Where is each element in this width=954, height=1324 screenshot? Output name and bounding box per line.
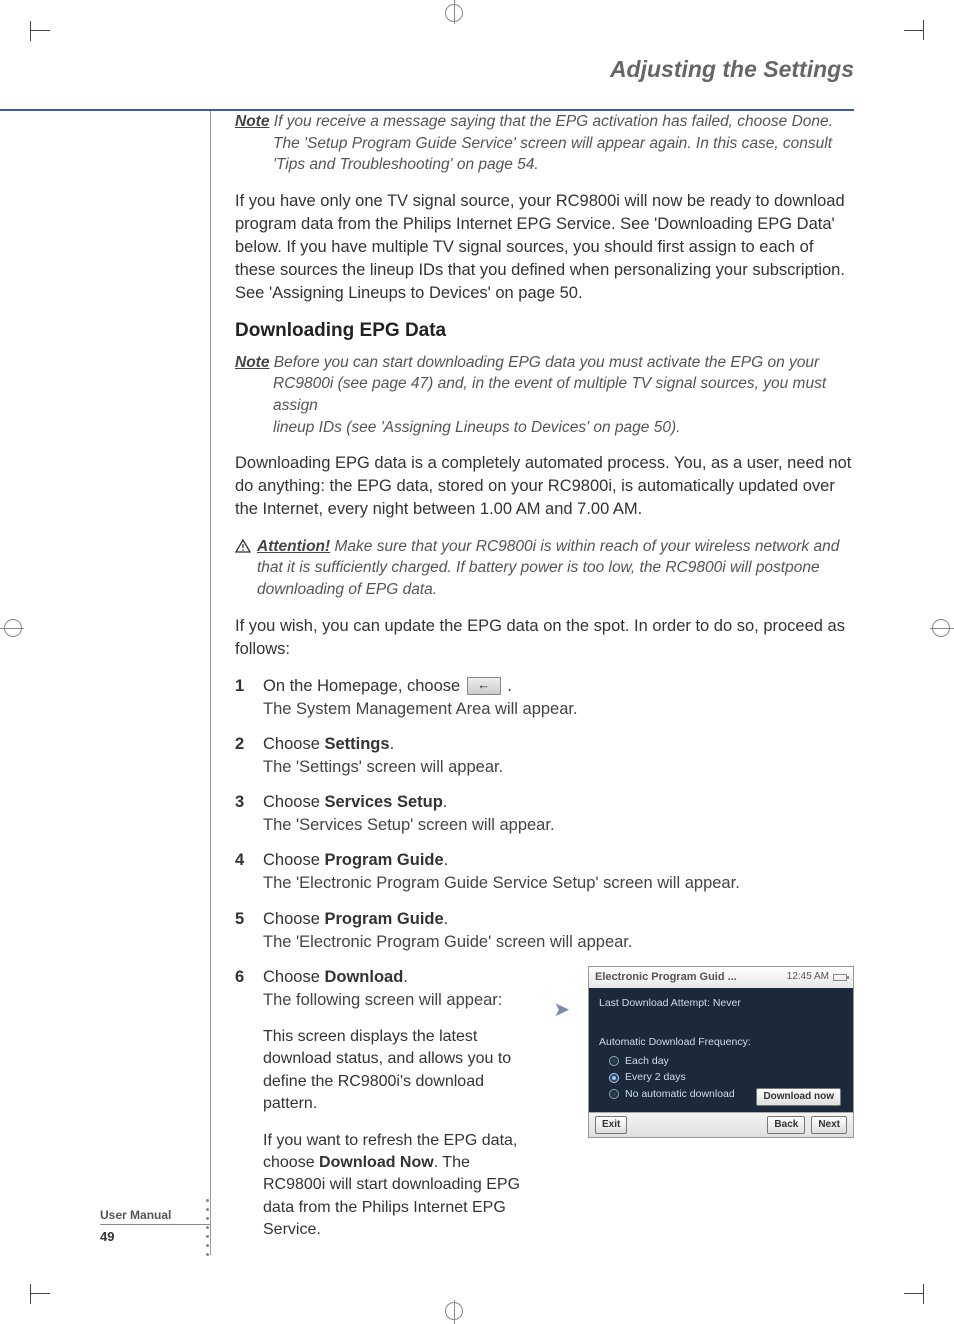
step-sub: The 'Settings' screen will appear. (263, 758, 503, 776)
step-bold: Services Setup (324, 793, 442, 811)
note-label: Note (235, 354, 269, 371)
note-label: Note (235, 113, 269, 130)
steps-list: 1 On the Homepage, choose . The System M… (235, 675, 854, 1256)
crop-corner (904, 1274, 924, 1294)
note-2: Note Before you can start downloading EP… (235, 352, 854, 439)
footer-rule (100, 1224, 210, 1225)
crop-corner (904, 30, 924, 50)
step-sub: The 'Services Setup' screen will appear. (263, 816, 555, 834)
device-last-attempt: Last Download Attempt: Never (599, 996, 843, 1011)
device-body: Last Download Attempt: Never Automatic D… (589, 988, 853, 1111)
step-number: 4 (235, 849, 249, 895)
device-freq-label: Automatic Download Frequency: (599, 1035, 843, 1050)
attention-block: Attention! Make sure that your RC9800i i… (235, 536, 854, 601)
content: Note If you receive a message saying tha… (210, 111, 854, 1255)
step-bold: Download Now (319, 1154, 434, 1171)
device-radio-option[interactable]: Every 2 days (609, 1070, 843, 1085)
step-1: 1 On the Homepage, choose . The System M… (235, 675, 854, 721)
step-bold: Settings (324, 735, 389, 753)
step-text: . (507, 677, 512, 695)
crop-corner (30, 30, 50, 50)
header-title: Adjusting the Settings (610, 56, 854, 82)
step-sub: The 'Electronic Program Guide' screen wi… (263, 933, 632, 951)
note-text: lineup IDs (see 'Assigning Lineups to De… (235, 417, 854, 439)
step-text: . (403, 968, 408, 986)
step-3: 3 Choose Services Setup. The 'Services S… (235, 791, 854, 837)
step-number: 6 (235, 966, 249, 1256)
download-now-button[interactable]: Download now (756, 1088, 841, 1106)
note-text: The 'Setup Program Guide Service' screen… (235, 133, 854, 155)
page-footer: User Manual 49 (100, 1208, 210, 1244)
step-text: . (444, 851, 449, 869)
step-text: Choose (263, 793, 324, 811)
device-footer: Exit Back Next (589, 1112, 853, 1137)
device-screenshot: Electronic Program Guid ... 12:45 AM Las… (588, 966, 854, 1138)
device-radio-option[interactable]: Each day (609, 1054, 843, 1069)
arrow-right-icon: ➤ (540, 966, 570, 1024)
warning-icon (235, 539, 251, 553)
footer-label: User Manual (100, 1208, 210, 1222)
page: Adjusting the Settings Note If you recei… (0, 56, 954, 1268)
step-bold: Download (324, 968, 403, 986)
note-text: 'Tips and Troubleshooting' on page 54. (235, 154, 854, 176)
next-button[interactable]: Next (811, 1116, 847, 1134)
radio-label: Every 2 days (625, 1070, 686, 1085)
back-arrow-icon (467, 677, 501, 695)
device-title: Electronic Program Guid ... (595, 970, 737, 985)
note-text: RC9800i (see page 47) and, in the event … (235, 373, 854, 416)
step-6: 6 Choose Download. The following screen … (235, 966, 854, 1256)
step-number: 2 (235, 733, 249, 779)
attention-label: Attention! (257, 538, 330, 555)
radio-icon (609, 1073, 619, 1083)
device-time: 12:45 AM (787, 970, 847, 984)
paragraph: If you wish, you can update the EPG data… (235, 615, 854, 661)
page-number: 49 (100, 1229, 210, 1244)
device-time-text: 12:45 AM (787, 970, 829, 984)
note-1: Note If you receive a message saying tha… (235, 111, 854, 176)
step-2: 2 Choose Settings. The 'Settings' screen… (235, 733, 854, 779)
section-heading: Downloading EPG Data (235, 320, 854, 342)
step-bold: Program Guide (324, 910, 443, 928)
radio-icon (609, 1056, 619, 1066)
decorative-dots (206, 1199, 209, 1256)
paragraph: If you have only one TV signal source, y… (235, 190, 854, 305)
radio-label: Each day (625, 1054, 669, 1069)
step-text: Choose (263, 851, 324, 869)
step-text: On the Homepage, choose (263, 677, 465, 695)
step-number: 1 (235, 675, 249, 721)
back-button[interactable]: Back (767, 1116, 805, 1134)
step-text: . (390, 735, 395, 753)
device-titlebar: Electronic Program Guid ... 12:45 AM (589, 967, 853, 988)
step-sub: The following screen will appear: (263, 991, 502, 1009)
step-extra: This screen displays the latest download… (263, 1026, 522, 1116)
crop-corner (30, 1274, 50, 1294)
step-number: 5 (235, 908, 249, 954)
battery-icon (833, 974, 847, 981)
step-text: Choose (263, 968, 324, 986)
step-text: Choose (263, 735, 324, 753)
step-4: 4 Choose Program Guide. The 'Electronic … (235, 849, 854, 895)
note-text: If you receive a message saying that the… (274, 113, 833, 130)
step-text: Choose (263, 910, 324, 928)
exit-button[interactable]: Exit (595, 1116, 627, 1134)
attention-text: Make sure that your RC9800i is within re… (257, 538, 839, 598)
radio-label: No automatic download (625, 1087, 735, 1102)
step-bold: Program Guide (324, 851, 443, 869)
page-header: Adjusting the Settings (0, 56, 954, 91)
note-text: Before you can start downloading EPG dat… (274, 354, 819, 371)
paragraph: Downloading EPG data is a completely aut… (235, 452, 854, 521)
step-text: . (443, 793, 448, 811)
crop-mark (445, 1302, 463, 1320)
step-text: . (444, 910, 449, 928)
step-number: 3 (235, 791, 249, 837)
crop-mark (445, 4, 463, 22)
step-sub: The 'Electronic Program Guide Service Se… (263, 874, 740, 892)
step-sub: The System Management Area will appear. (263, 700, 578, 718)
step-5: 5 Choose Program Guide. The 'Electronic … (235, 908, 854, 954)
